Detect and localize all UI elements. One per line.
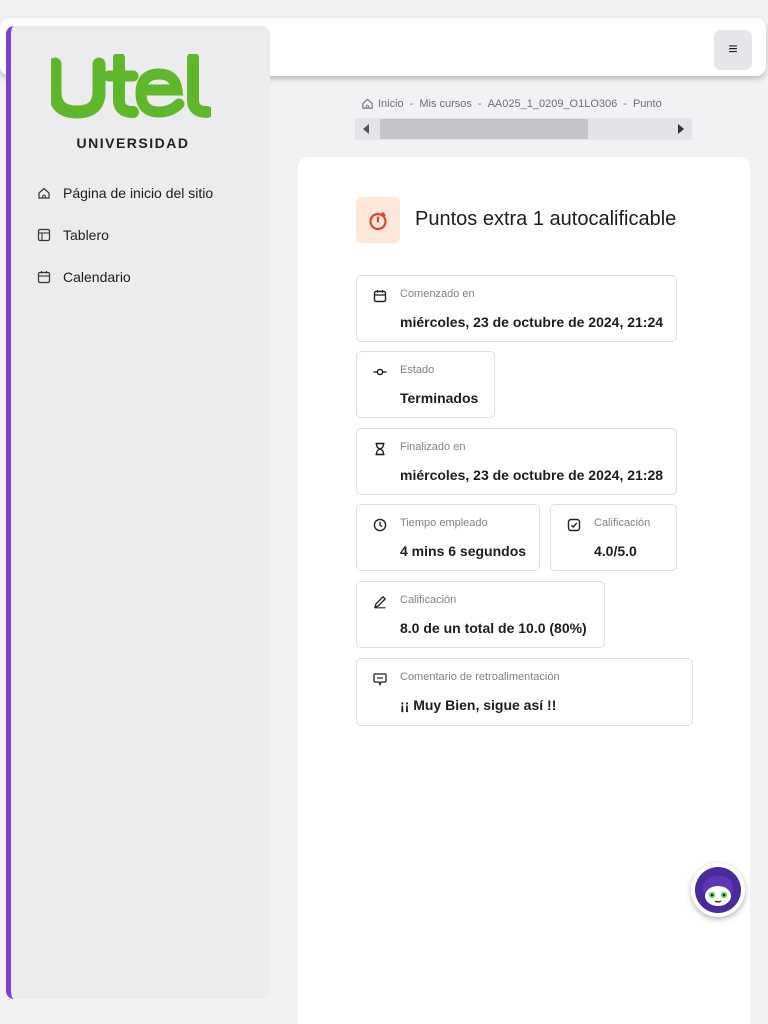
- breadcrumb: Inicio - Mis cursos - AA025_1_0209_O1LO3…: [361, 97, 697, 110]
- calendar-icon: [373, 290, 387, 303]
- sidebar-nav: Página de inicio del sitio Tablero Calen…: [37, 172, 213, 298]
- info-card-state: Estado Terminados: [356, 351, 495, 418]
- stopwatch-icon: [369, 212, 387, 231]
- info-label: Tiempo empleado: [400, 517, 488, 529]
- sidebar-item-label: Tablero: [63, 227, 109, 243]
- info-label: Finalizado en: [400, 441, 466, 453]
- scrollbar-thumb[interactable]: [380, 119, 588, 139]
- pencil-icon: [374, 595, 387, 609]
- chatbot-avatar-icon: [695, 867, 741, 913]
- info-card-time-taken: Tiempo empleado 4 mins 6 segundos: [356, 504, 540, 571]
- home-icon: [38, 187, 50, 199]
- info-label: Estado: [400, 364, 435, 376]
- comment-icon: [373, 673, 387, 686]
- checkbox-icon: [567, 518, 581, 532]
- info-value: miércoles, 23 de octubre de 2024, 21:24: [400, 314, 664, 330]
- breadcrumb-item-home[interactable]: Inicio: [378, 98, 404, 110]
- info-card-grade: Calificación 8.0 de un total de 10.0 (80…: [356, 581, 605, 648]
- sidebar-item-dashboard[interactable]: Tablero: [37, 214, 213, 256]
- info-card-finished: Finalizado en miércoles, 23 de octubre d…: [356, 428, 677, 495]
- breadcrumb-scrollbar[interactable]: [355, 118, 692, 140]
- sidebar-item-home[interactable]: Página de inicio del sitio: [37, 172, 213, 214]
- sidebar-item-label: Calendario: [63, 269, 131, 285]
- info-value: 4.0/5.0: [594, 543, 637, 559]
- info-value: Terminados: [400, 390, 479, 406]
- info-card-marks: Calificación 4.0/5.0: [550, 504, 677, 571]
- info-card-started: Comenzado en miércoles, 23 de octubre de…: [356, 275, 677, 342]
- commit-icon: [373, 368, 387, 376]
- breadcrumb-item-activity[interactable]: Punto: [633, 98, 662, 110]
- home-icon: [362, 98, 373, 109]
- calendar-icon: [37, 271, 51, 284]
- activity-icon-badge: [356, 197, 400, 243]
- breadcrumb-item-course[interactable]: AA025_1_0209_O1LO306: [488, 98, 618, 110]
- sidebar-item-label: Página de inicio del sitio: [63, 185, 214, 201]
- breadcrumb-separator: -: [409, 97, 414, 110]
- scroll-right-icon[interactable]: [678, 124, 684, 134]
- hamburger-icon: ≡: [728, 41, 738, 58]
- breadcrumb-item-my-courses[interactable]: Mis cursos: [419, 98, 472, 110]
- breadcrumb-separator: -: [623, 97, 627, 110]
- page-title: Puntos extra 1 autocalificable: [415, 208, 677, 230]
- utel-logo[interactable]: UNIVERSIDAD: [51, 54, 211, 154]
- scroll-left-icon[interactable]: [363, 124, 369, 134]
- chatbot-button[interactable]: [691, 863, 745, 917]
- info-label: Comenzado en: [400, 288, 475, 300]
- info-value: 4 mins 6 segundos: [400, 543, 527, 559]
- hourglass-icon: [375, 442, 385, 456]
- info-label: Calificación: [594, 517, 651, 529]
- logo-subtitle: UNIVERSIDAD: [77, 135, 190, 151]
- sidebar: UNIVERSIDAD Página de inicio del sitio T…: [6, 26, 270, 999]
- info-value: ¡¡ Muy Bien, sigue así !!: [400, 697, 557, 713]
- sidebar-item-calendar[interactable]: Calendario: [37, 256, 213, 298]
- info-label: Comentario de retroalimentación: [400, 671, 560, 683]
- menu-button[interactable]: ≡: [714, 30, 752, 70]
- info-value: 8.0 de un total de 10.0 (80%): [400, 620, 587, 636]
- dashboard-icon: [37, 228, 51, 242]
- info-card-feedback: Comentario de retroalimentación ¡¡ Muy B…: [356, 658, 693, 726]
- info-label: Calificación: [400, 594, 457, 606]
- clock-icon: [373, 518, 387, 532]
- info-value: miércoles, 23 de octubre de 2024, 21:28: [400, 467, 664, 483]
- breadcrumb-separator: -: [477, 97, 482, 110]
